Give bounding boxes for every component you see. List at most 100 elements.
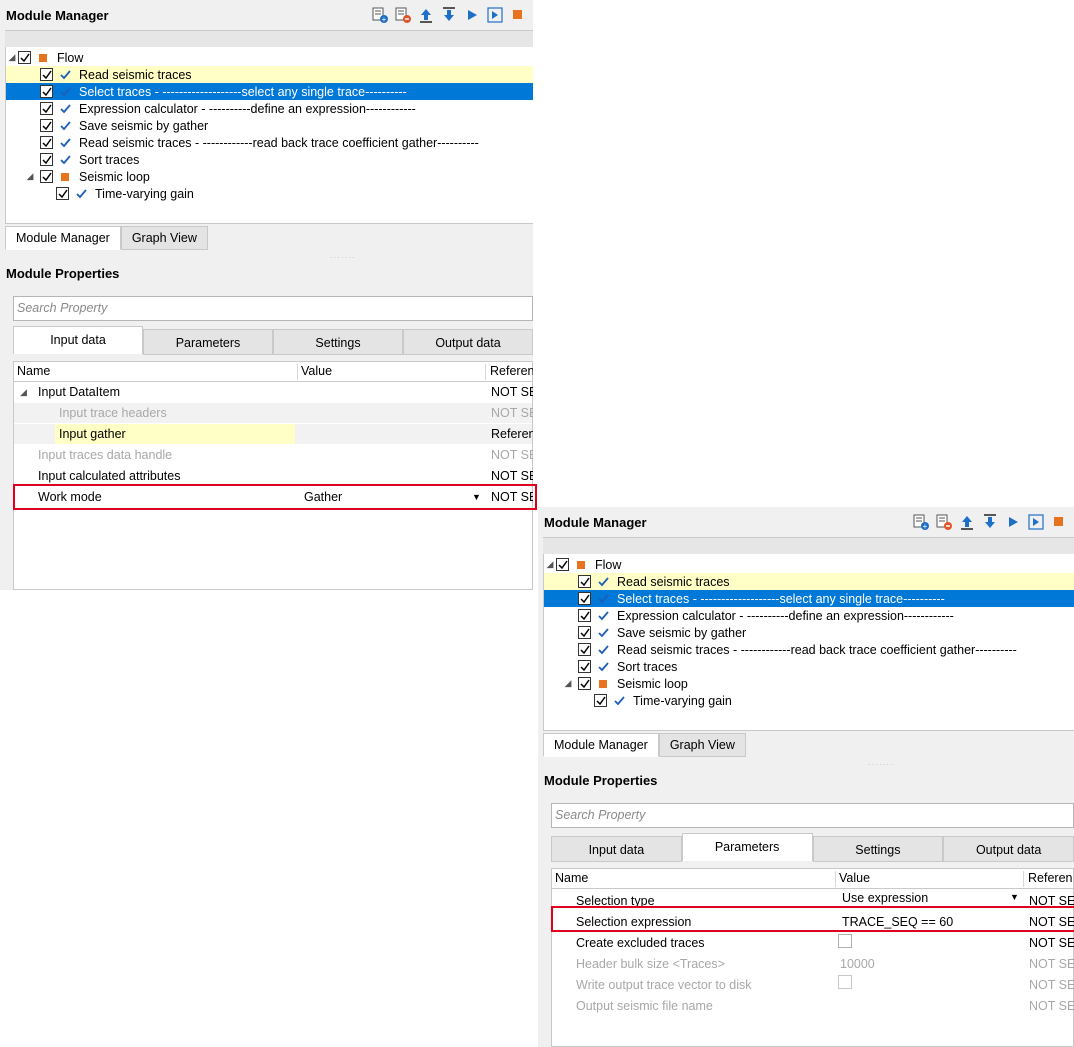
checkbox[interactable] xyxy=(56,187,69,200)
run-icon[interactable] xyxy=(463,6,481,23)
table-row[interactable]: Input gather Referen xyxy=(14,424,533,444)
tree-item-label: Sort traces xyxy=(617,659,678,674)
tree-item-sort-traces[interactable]: Sort traces xyxy=(544,658,1074,675)
header-bulk-size-input[interactable]: 10000 xyxy=(840,957,875,971)
run-step-icon[interactable] xyxy=(486,6,504,23)
tab-settings[interactable]: Settings xyxy=(273,329,403,355)
collapse-arrow-icon[interactable]: ◢ xyxy=(562,678,574,690)
move-up-icon[interactable] xyxy=(958,513,976,530)
remove-module-icon[interactable] xyxy=(394,6,412,23)
tree-item-time-varying-gain[interactable]: Time-varying gain xyxy=(6,185,533,202)
selection-type-select[interactable]: Use expression xyxy=(842,891,928,905)
column-value[interactable]: Value xyxy=(836,871,1024,887)
checkbox[interactable] xyxy=(40,153,53,166)
tree-item-sort-traces[interactable]: Sort traces xyxy=(6,151,533,168)
tab-parameters[interactable]: Parameters xyxy=(681,833,813,861)
checkbox[interactable] xyxy=(40,102,53,115)
column-name[interactable]: Name xyxy=(552,871,836,887)
tab-graph-view[interactable]: Graph View xyxy=(120,226,208,250)
checkbox[interactable] xyxy=(578,660,591,673)
collapse-arrow-icon[interactable]: ◢ xyxy=(24,171,36,183)
write-vector-checkbox[interactable] xyxy=(838,975,852,989)
splitter-handle[interactable]: ······· xyxy=(330,253,356,262)
checkbox[interactable] xyxy=(578,609,591,622)
tree-item-read-seismic[interactable]: Read seismic traces xyxy=(544,573,1074,590)
table-row[interactable]: ◢ Input DataItem NOT SET xyxy=(14,382,533,402)
tree-item-time-varying-gain[interactable]: Time-varying gain xyxy=(544,692,1074,709)
tree-item-seismic-loop[interactable]: ◢ Seismic loop xyxy=(6,168,533,185)
tab-output-data[interactable]: Output data xyxy=(943,836,1074,862)
tree-item-expression-calculator[interactable]: Expression calculator - ----------define… xyxy=(544,607,1074,624)
checkbox[interactable] xyxy=(578,643,591,656)
remove-module-icon[interactable] xyxy=(935,513,953,530)
tree-item-flow[interactable]: ◢ Flow xyxy=(544,556,1074,573)
table-row[interactable]: Write output trace vector to disk NOT SE… xyxy=(552,973,1074,993)
tree-item-read-seismic-2[interactable]: Read seismic traces - ------------read b… xyxy=(6,134,533,151)
checkbox[interactable] xyxy=(40,136,53,149)
grid-header: Name Value Referen xyxy=(552,869,1073,889)
module-properties-title: Module Properties xyxy=(6,266,120,281)
row-name: Input calculated attributes xyxy=(38,469,181,483)
column-name[interactable]: Name xyxy=(14,364,298,380)
tab-settings[interactable]: Settings xyxy=(812,836,944,862)
tab-input-data[interactable]: Input data xyxy=(13,326,143,354)
tree-item-select-traces[interactable]: Select traces - -------------------selec… xyxy=(6,83,533,100)
run-icon[interactable] xyxy=(1004,513,1022,530)
table-row[interactable]: Create excluded traces NOT SET xyxy=(552,931,1074,951)
tree-item-flow[interactable]: ◢ Flow xyxy=(6,49,533,66)
table-row[interactable]: Input traces data handle NOT SET xyxy=(14,445,533,465)
tree-item-read-seismic[interactable]: Read seismic traces xyxy=(6,66,533,83)
move-down-icon[interactable] xyxy=(981,513,999,530)
table-row[interactable]: Header bulk size <Traces> 10000 NOT SET xyxy=(552,952,1074,972)
search-property-input[interactable]: Search Property xyxy=(13,296,533,321)
add-module-icon[interactable]: + xyxy=(371,6,389,23)
tab-module-manager[interactable]: Module Manager xyxy=(5,226,121,250)
add-module-icon[interactable]: + xyxy=(912,513,930,530)
checkbox[interactable] xyxy=(578,575,591,588)
run-step-icon[interactable] xyxy=(1027,513,1045,530)
create-excluded-checkbox[interactable] xyxy=(838,934,852,948)
tree-item-select-traces[interactable]: Select traces - -------------------selec… xyxy=(544,590,1074,607)
column-value[interactable]: Value xyxy=(298,364,486,380)
column-reference[interactable]: Referen xyxy=(487,364,533,380)
checkbox[interactable] xyxy=(40,68,53,81)
table-row[interactable]: Input trace headers NOT SET xyxy=(14,403,533,423)
checkbox[interactable] xyxy=(556,558,569,571)
checkbox[interactable] xyxy=(40,119,53,132)
column-reference[interactable]: Referen xyxy=(1025,871,1072,887)
stop-icon[interactable] xyxy=(509,6,527,23)
search-property-input[interactable]: Search Property xyxy=(551,803,1074,828)
checkbox[interactable] xyxy=(40,170,53,183)
checkbox[interactable] xyxy=(594,694,607,707)
checkbox[interactable] xyxy=(578,677,591,690)
row-reference: NOT SET xyxy=(491,469,533,483)
tree-item-label: Select traces - -------------------selec… xyxy=(79,84,407,99)
checkbox[interactable] xyxy=(578,626,591,639)
tab-input-data[interactable]: Input data xyxy=(551,836,682,862)
splitter-handle[interactable]: ······· xyxy=(868,760,894,769)
tree-item-seismic-loop[interactable]: ◢ Seismic loop xyxy=(544,675,1074,692)
table-row[interactable]: Input calculated attributes NOT SET xyxy=(14,466,533,486)
tree-item-read-seismic-2[interactable]: Read seismic traces - ------------read b… xyxy=(544,641,1074,658)
row-name: Input gather xyxy=(59,427,126,441)
dropdown-arrow-icon[interactable]: ▼ xyxy=(1010,892,1019,902)
loop-square-icon xyxy=(61,172,69,181)
checkbox[interactable] xyxy=(18,51,31,64)
tab-module-manager[interactable]: Module Manager xyxy=(543,733,659,757)
move-up-icon[interactable] xyxy=(417,6,435,23)
collapse-arrow-icon[interactable]: ◢ xyxy=(20,387,27,398)
tree-item-expression-calculator[interactable]: Expression calculator - ----------define… xyxy=(6,100,533,117)
tab-output-data[interactable]: Output data xyxy=(403,329,533,355)
tab-parameters[interactable]: Parameters xyxy=(143,329,273,355)
stop-icon[interactable] xyxy=(1050,513,1068,530)
tab-graph-view[interactable]: Graph View xyxy=(658,733,746,757)
checkbox[interactable] xyxy=(578,592,591,605)
collapse-arrow-icon[interactable]: ◢ xyxy=(544,559,556,571)
move-down-icon[interactable] xyxy=(440,6,458,23)
tree-item-save-seismic[interactable]: Save seismic by gather xyxy=(544,624,1074,641)
table-row[interactable]: Output seismic file name NOT SET xyxy=(552,994,1074,1014)
tree-item-save-seismic[interactable]: Save seismic by gather xyxy=(6,117,533,134)
tree-item-label: Flow xyxy=(57,50,84,65)
collapse-arrow-icon[interactable]: ◢ xyxy=(6,52,18,64)
checkbox[interactable] xyxy=(40,85,53,98)
